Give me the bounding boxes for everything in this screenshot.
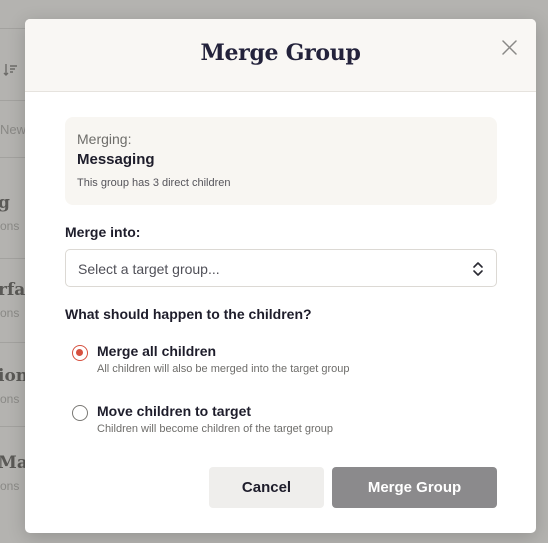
dialog-header: Merge Group xyxy=(25,19,536,92)
merging-info-card: Merging: Messaging This group has 3 dire… xyxy=(65,117,497,205)
merge-into-label: Merge into: xyxy=(65,224,141,240)
merging-label: Merging: xyxy=(77,131,132,147)
close-icon xyxy=(501,39,517,55)
children-question: What should happen to the children? xyxy=(65,306,312,322)
merging-group-name: Messaging xyxy=(77,151,155,168)
option-move-children-to-target[interactable]: Move children to target Children will be… xyxy=(72,403,492,443)
option-title: Merge all children xyxy=(97,343,217,359)
target-group-select-placeholder: Select a target group... xyxy=(78,261,220,277)
dialog-title: Merge Group xyxy=(200,40,361,66)
merge-all-children-radio[interactable] xyxy=(72,345,88,361)
merging-group-description: This group has 3 direct children xyxy=(77,177,231,189)
option-title: Move children to target xyxy=(97,403,252,419)
sort-newest-label: New xyxy=(0,122,27,137)
close-button[interactable] xyxy=(499,37,519,57)
move-children-radio[interactable] xyxy=(72,405,88,421)
chevron-up-down-icon xyxy=(473,262,483,276)
merge-group-dialog: Merge Group Merging: Messaging This grou… xyxy=(25,19,536,533)
cancel-button[interactable]: Cancel xyxy=(209,467,324,508)
option-description: Children will become children of the tar… xyxy=(97,423,334,435)
option-merge-all-children[interactable]: Merge all children All children will als… xyxy=(72,343,492,383)
merge-group-button[interactable]: Merge Group xyxy=(332,467,497,508)
option-description: All children will also be merged into th… xyxy=(97,363,350,375)
target-group-select[interactable]: Select a target group... xyxy=(65,249,497,287)
sort-icon xyxy=(3,64,17,76)
